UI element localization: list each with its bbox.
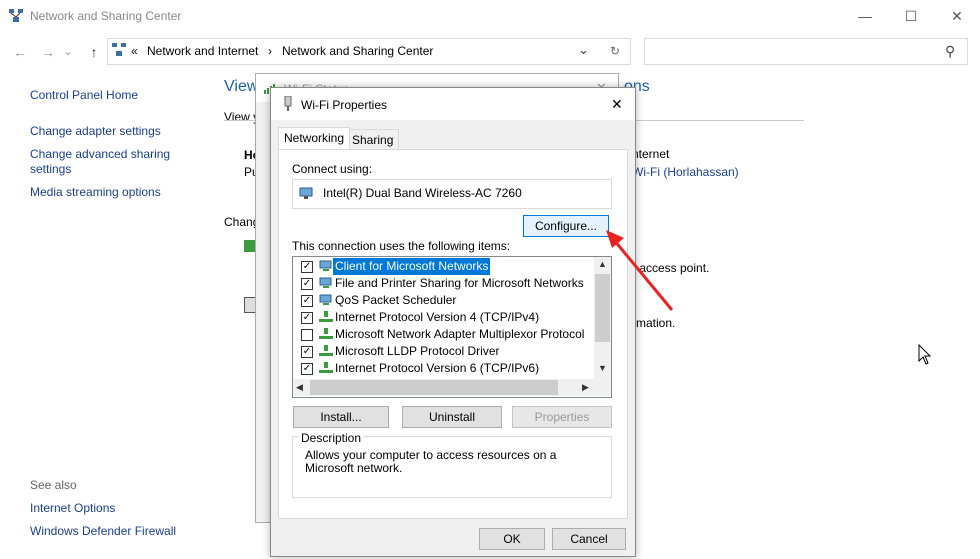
adapter-box: Intel(R) Dual Band Wireless-AC 7260 — [292, 179, 612, 209]
tab-networking[interactable]: Networking — [278, 127, 351, 149]
horizontal-scrollbar[interactable]: ◀ ▶ — [293, 379, 611, 396]
internet-options-link[interactable]: Internet Options — [30, 501, 115, 516]
item-checkbox[interactable]: ✓ — [301, 278, 313, 290]
adapter-name: Intel(R) Dual Band Wireless-AC 7260 — [323, 186, 522, 200]
properties-close-button[interactable]: ✕ — [611, 96, 623, 113]
list-item[interactable]: ✓ File and Printer Sharing for Microsoft … — [293, 275, 584, 292]
item-label: Microsoft LLDP Protocol Driver — [335, 344, 500, 358]
adapter-icon — [299, 187, 313, 199]
list-item[interactable]: ✓ Internet Protocol Version 6 (TCP/IPv6) — [293, 360, 583, 377]
description-label: Description — [299, 431, 364, 445]
access-type-value: nternet — [632, 147, 670, 161]
control-panel-home-link[interactable]: Control Panel Home — [30, 88, 138, 103]
search-icon: ⚲ — [945, 43, 956, 59]
item-label: Client for Microsoft Networks — [333, 258, 491, 275]
close-button[interactable]: ✕ — [934, 0, 980, 32]
network-client-icon — [319, 260, 332, 271]
up-button[interactable]: ↑ — [84, 42, 104, 62]
item-checkbox[interactable] — [301, 329, 313, 341]
item-label: QoS Packet Scheduler — [335, 293, 457, 307]
items-list-rows: ✓ Client for Microsoft Networks ✓ File and … — [293, 257, 593, 379]
windows-firewall-link[interactable]: Windows Defender Firewall — [30, 524, 176, 539]
description-text: Allows your computer to access resources… — [305, 448, 557, 475]
main-heading: View — [224, 78, 259, 95]
item-checkbox[interactable]: ✓ — [301, 261, 313, 273]
breadcrumb-network-internet[interactable]: Network and Internet — [147, 44, 258, 58]
install-button[interactable]: Install... — [293, 406, 389, 428]
search-input[interactable] — [644, 38, 968, 65]
title-bar: Network and Sharing Center — ☐ ✕ — [0, 0, 980, 32]
minimize-button[interactable]: — — [842, 0, 888, 32]
mouse-cursor-icon — [918, 344, 932, 365]
scroll-right-icon[interactable]: ▶ — [582, 382, 589, 393]
protocol-icon — [319, 345, 333, 356]
connect-using-label: Connect using: — [292, 162, 373, 176]
window-title: Network and Sharing Center — [30, 9, 182, 23]
protocol-icon — [319, 328, 333, 339]
breadcrumb-overflow[interactable]: « — [131, 44, 138, 58]
network-adapter-icon — [284, 96, 292, 111]
back-button[interactable]: ← — [10, 42, 30, 62]
annotation-arrow — [606, 230, 674, 311]
refresh-button[interactable]: ↻ — [600, 38, 631, 65]
list-item[interactable]: Microsoft Network Adapter Multiplexor Pr… — [293, 326, 585, 343]
wifi-connection-link[interactable]: Wi-Fi (Horlahassan) — [632, 165, 739, 179]
item-label: Internet Protocol Version 4 (TCP/IPv4) — [335, 310, 540, 324]
ok-button[interactable]: OK — [479, 528, 545, 550]
change-advanced-sharing-link[interactable]: Change advanced sharing — [30, 147, 170, 162]
properties-title-bar: Wi-Fi Properties ✕ — [271, 88, 635, 120]
tab-sharing[interactable]: Sharing — [346, 129, 400, 151]
items-label: This connection uses the following items… — [292, 239, 511, 253]
properties-dialog-title: Wi-Fi Properties — [301, 98, 388, 112]
protocol-icon — [319, 362, 333, 373]
recent-dropdown-button[interactable]: ⌄ — [58, 42, 78, 62]
breadcrumb-sharing-center[interactable]: Network and Sharing Center — [282, 44, 433, 58]
items-list[interactable]: ✓ Client for Microsoft Networks ✓ File and … — [292, 256, 612, 398]
wifi-properties-dialog: Wi-Fi Properties ✕ Networking Sharing Co… — [270, 87, 636, 557]
protocol-icon — [319, 311, 333, 322]
item-label: File and Printer Sharing for Microsoft N… — [335, 276, 584, 290]
cancel-button[interactable]: Cancel — [552, 528, 626, 550]
list-item[interactable]: ✓ Internet Protocol Version 4 (TCP/IPv4) — [293, 309, 583, 326]
item-checkbox[interactable]: ✓ — [301, 363, 313, 375]
uninstall-button[interactable]: Uninstall — [402, 406, 502, 428]
properties-button[interactable]: Properties — [512, 406, 612, 428]
change-adapter-settings-link[interactable]: Change adapter settings — [30, 124, 161, 139]
breadcrumb-separator[interactable]: › — [268, 44, 272, 58]
network-service-icon — [319, 294, 332, 305]
item-label: Microsoft Network Adapter Multiplexor Pr… — [335, 327, 585, 341]
item-checkbox[interactable]: ✓ — [301, 295, 313, 307]
maximize-button[interactable]: ☐ — [888, 0, 934, 32]
view-networks-text: View y — [224, 110, 260, 124]
list-item[interactable]: ✓ QoS Packet Scheduler — [293, 292, 583, 309]
item-checkbox[interactable]: ✓ — [301, 312, 313, 324]
network-center-small-icon — [112, 43, 126, 56]
media-streaming-options-link[interactable]: Media streaming options — [30, 185, 161, 200]
list-item[interactable]: ✓ Client for Microsoft Networks — [293, 258, 583, 275]
list-item[interactable]: ✓ Microsoft LLDP Protocol Driver — [293, 343, 583, 360]
network-service-icon — [319, 277, 332, 288]
horizontal-scroll-thumb[interactable] — [310, 380, 558, 395]
networking-tab-panel: Connect using: Intel(R) Dual Band Wirele… — [278, 149, 628, 519]
scroll-left-icon[interactable]: ◀ — [296, 382, 303, 393]
address-dropdown-icon[interactable]: ⌄ — [578, 42, 589, 58]
change-advanced-sharing-link-cont[interactable]: settings — [30, 162, 71, 177]
item-label: Internet Protocol Version 6 (TCP/IPv6) — [335, 361, 540, 375]
forward-button[interactable]: → — [38, 42, 58, 62]
network-center-icon — [9, 9, 23, 22]
see-also-heading: See also — [30, 478, 77, 492]
item-checkbox[interactable]: ✓ — [301, 346, 313, 358]
configure-button[interactable]: Configure... — [523, 215, 609, 237]
scroll-down-icon[interactable]: ▼ — [598, 363, 607, 373]
